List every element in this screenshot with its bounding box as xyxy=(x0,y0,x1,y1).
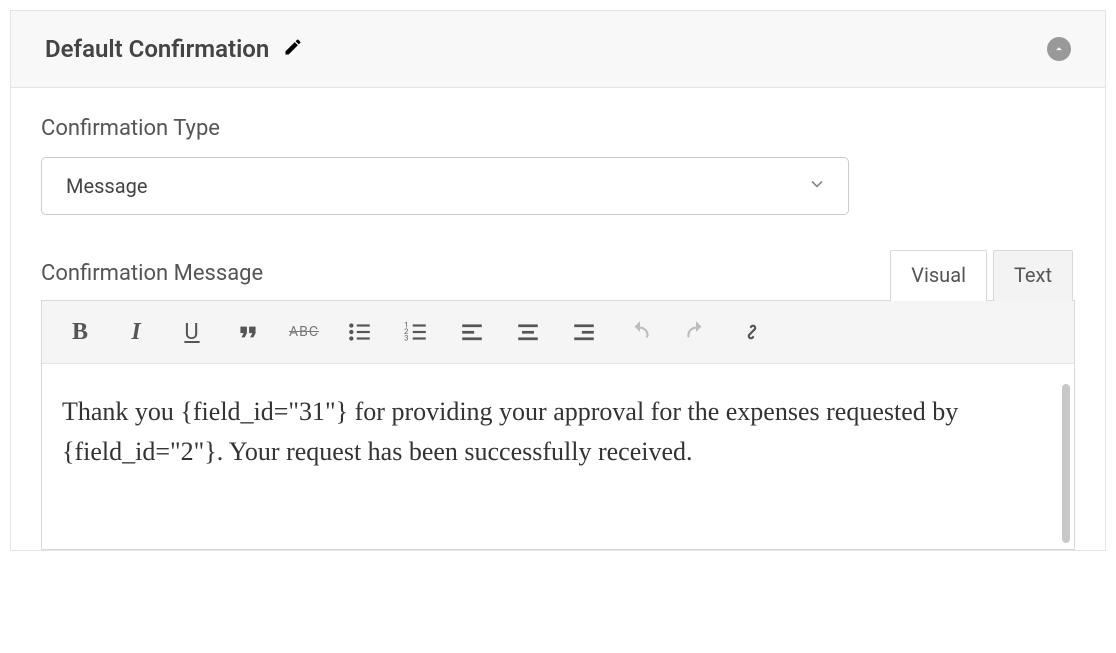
panel-header: Default Confirmation xyxy=(11,11,1105,88)
svg-text:3: 3 xyxy=(404,334,408,343)
wysiwyg-editor: B I U ABC 123 xyxy=(41,300,1075,550)
editor-toolbar: B I U ABC 123 xyxy=(42,301,1074,364)
panel-title-wrap: Default Confirmation xyxy=(45,35,303,63)
underline-button[interactable]: U xyxy=(164,311,220,353)
panel-title: Default Confirmation xyxy=(45,35,269,63)
tab-text[interactable]: Text xyxy=(993,250,1073,301)
edit-icon[interactable] xyxy=(283,35,303,63)
confirmation-type-select[interactable]: Message xyxy=(41,157,849,215)
collapse-button[interactable] xyxy=(1047,37,1071,61)
align-right-button[interactable] xyxy=(556,311,612,353)
link-button[interactable] xyxy=(724,311,780,353)
confirmation-panel: Default Confirmation Confirmation Type M… xyxy=(10,10,1106,551)
undo-button[interactable] xyxy=(612,311,668,353)
bullet-list-button[interactable] xyxy=(332,311,388,353)
bold-button[interactable]: B xyxy=(52,311,108,353)
confirmation-message-label: Confirmation Message xyxy=(41,261,263,286)
strikethrough-button[interactable]: ABC xyxy=(276,311,332,353)
italic-button[interactable]: I xyxy=(108,311,164,353)
confirmation-type-select-wrap: Message xyxy=(41,157,849,215)
redo-button[interactable] xyxy=(668,311,724,353)
align-left-button[interactable] xyxy=(444,311,500,353)
numbered-list-button[interactable]: 123 xyxy=(388,311,444,353)
editor-body: Thank you {field_id="31"} for providing … xyxy=(42,364,1074,549)
blockquote-button[interactable] xyxy=(220,311,276,353)
confirmation-type-label: Confirmation Type xyxy=(41,116,1075,141)
align-center-button[interactable] xyxy=(500,311,556,353)
message-header-row: Confirmation Message Visual Text xyxy=(41,249,1075,300)
editor-tabs: Visual Text xyxy=(890,249,1073,300)
panel-body: Confirmation Type Message Confirmation M… xyxy=(11,88,1105,550)
tab-visual[interactable]: Visual xyxy=(890,250,987,301)
editor-content[interactable]: Thank you {field_id="31"} for providing … xyxy=(62,392,1054,473)
scrollbar[interactable] xyxy=(1062,384,1070,543)
